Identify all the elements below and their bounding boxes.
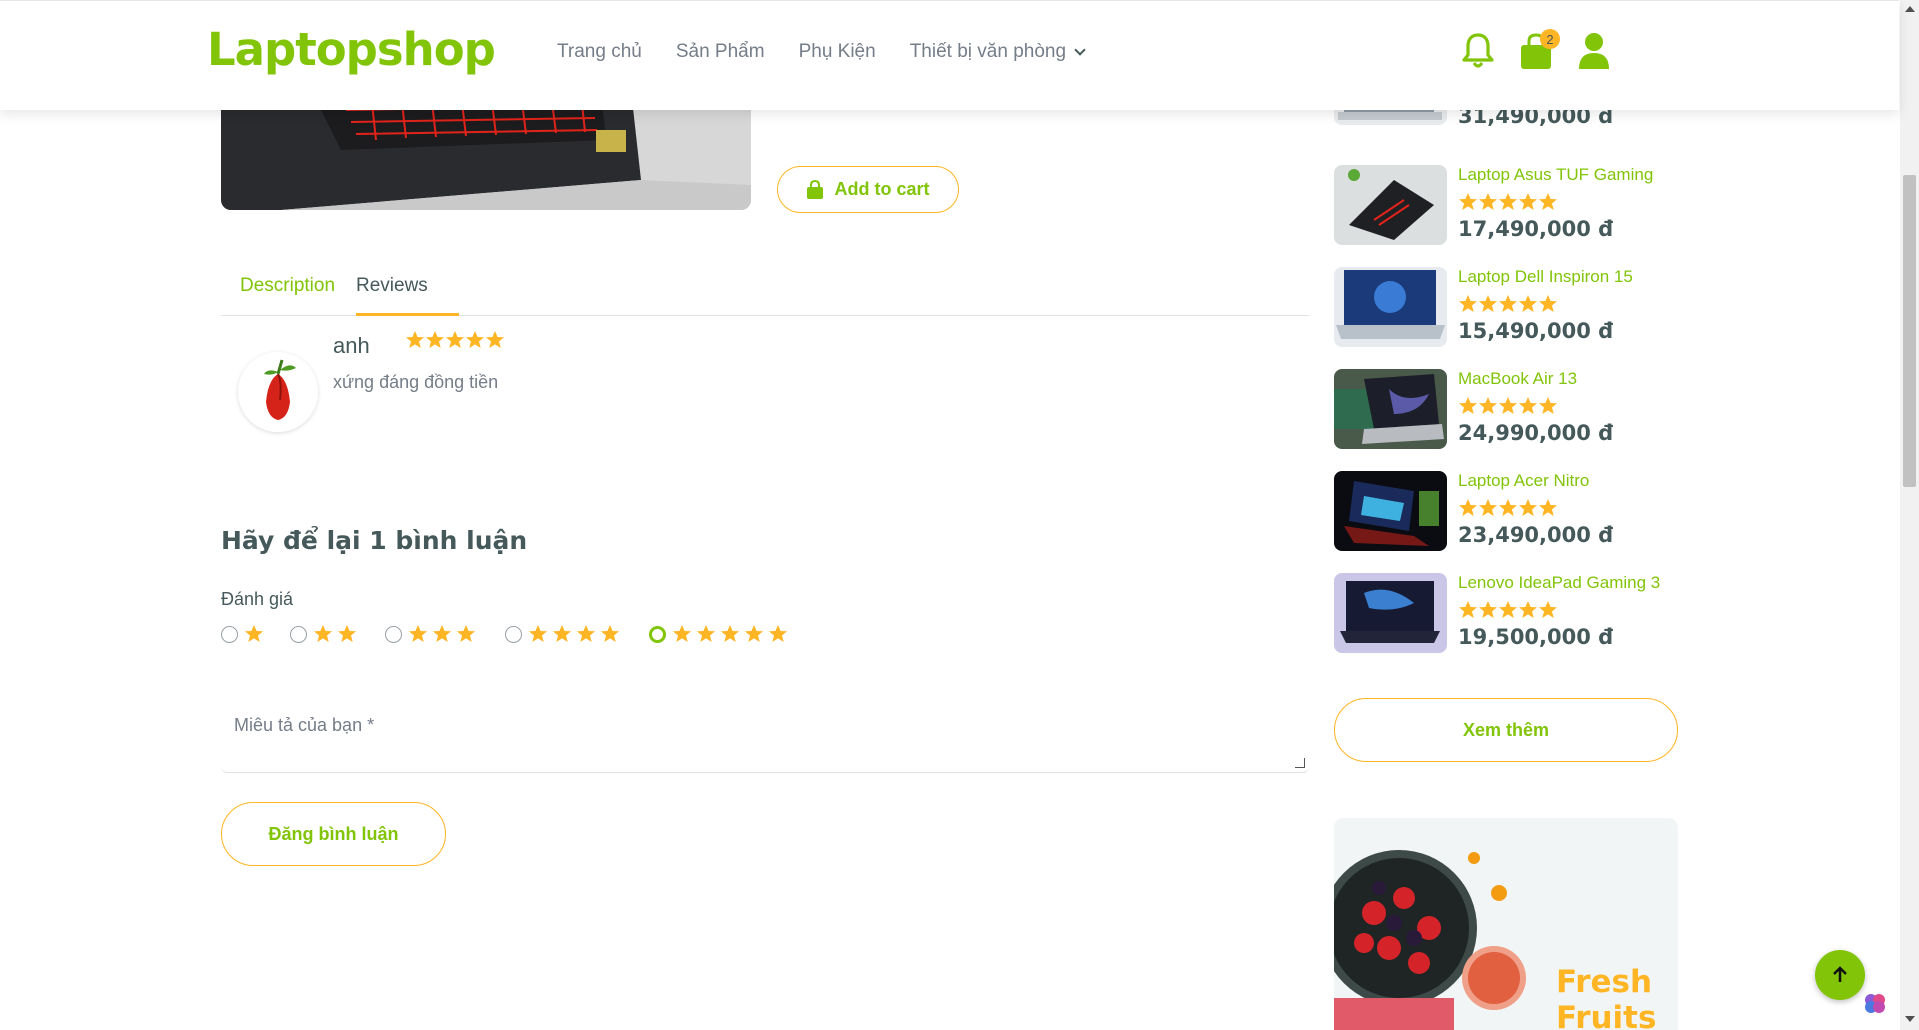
star-icon <box>466 331 484 348</box>
nav-item-office-label: Thiết bị văn phòng <box>909 41 1067 62</box>
user-icon[interactable] <box>1576 31 1612 71</box>
star-icon <box>406 331 424 348</box>
sidebar-product-title: Laptop Acer Nitro <box>1458 471 1590 490</box>
sidebar-product-price: 19,500,000 đ <box>1458 625 1614 649</box>
nav-item-home[interactable]: Trang chủ <box>557 41 642 63</box>
rating-label: Đánh giá <box>221 589 294 609</box>
scroll-thumb[interactable] <box>1903 175 1916 487</box>
star-icon <box>314 625 356 642</box>
tab-reviews[interactable]: Reviews <box>356 275 428 297</box>
see-more-button[interactable]: Xem thêm <box>1334 698 1678 762</box>
star-icon <box>446 331 464 348</box>
rating-radio-1[interactable] <box>221 625 238 643</box>
product-thumbnail <box>1334 573 1447 653</box>
rating-stars <box>1458 600 1558 625</box>
rating-stars <box>1458 396 1558 421</box>
product-thumbnail <box>1334 471 1447 551</box>
sidebar-product[interactable]: Laptop Asus TUF Gaming 17,490,000 đ <box>1334 165 1653 245</box>
bell-icon[interactable] <box>1460 31 1496 71</box>
star-icon <box>486 331 504 348</box>
sidebar-product[interactable]: Laptop Dell Inspiron 15 15,490,000 đ <box>1334 267 1634 347</box>
rating-radio-3[interactable] <box>385 625 402 643</box>
back-to-top-button[interactable] <box>1815 950 1865 1000</box>
page-scrollbar[interactable] <box>1900 0 1919 1030</box>
nav-item-office-devices[interactable]: Thiết bị văn phòng <box>909 41 1086 63</box>
product-tabs: Description Reviews <box>221 265 1309 316</box>
fresh-fruits-banner[interactable]: Fresh Fruits <box>1334 818 1678 1030</box>
rating-radio-5[interactable] <box>649 625 666 643</box>
sidebar-product-price: 15,490,000 đ <box>1458 319 1614 343</box>
star-icon <box>673 625 787 642</box>
sidebar-product[interactable]: Lenovo IdeaPad Gaming 3 19,500,000 đ <box>1334 573 1660 653</box>
arrow-up-icon <box>1833 966 1847 982</box>
nav-item-products[interactable]: Sản Phẩm <box>676 41 765 63</box>
review-text: xứng đáng đồng tiền <box>333 372 499 392</box>
rating-radio-2[interactable] <box>290 625 307 643</box>
review-stars <box>405 330 505 355</box>
add-to-cart-label: Add to cart <box>834 179 930 199</box>
star-icon <box>409 625 475 642</box>
rating-option-1[interactable] <box>221 624 264 644</box>
product-thumbnail <box>1334 369 1447 449</box>
header-actions: 2 <box>1460 29 1612 71</box>
star-icon <box>529 625 619 642</box>
cart-button[interactable]: 2 <box>1518 29 1560 71</box>
nav-item-accessories[interactable]: Phụ Kiện <box>799 41 876 63</box>
add-to-cart-button[interactable]: Add to cart <box>777 166 959 213</box>
resize-handle[interactable] <box>1295 758 1305 768</box>
rating-stars <box>1458 192 1558 217</box>
sidebar-product-title: MacBook Air 13 <box>1458 369 1578 388</box>
rating-stars <box>1458 294 1558 319</box>
shopping-bag-icon <box>807 179 824 199</box>
brain-icon[interactable] <box>1862 990 1888 1016</box>
rating-option-5[interactable] <box>649 624 788 644</box>
site-header: Laptopshop Trang chủ Sản Phẩm Phụ Kiện T… <box>0 0 1899 110</box>
star-icon <box>245 625 263 642</box>
sidebar-product-title: Laptop Asus TUF Gaming <box>1458 165 1654 184</box>
post-comment-button[interactable]: Đăng bình luận <box>221 802 446 866</box>
site-logo[interactable]: Laptopshop <box>207 23 496 76</box>
chevron-down-icon <box>1074 44 1086 56</box>
scroll-down-arrow[interactable] <box>1905 1016 1915 1022</box>
banner-title: Fresh Fruits <box>1556 964 1656 1030</box>
star-icon <box>426 331 444 348</box>
avatar <box>238 352 318 432</box>
rating-option-2[interactable] <box>290 624 357 644</box>
active-tab-indicator <box>356 313 459 316</box>
sidebar-product[interactable]: Laptop Acer Nitro 23,490,000 đ <box>1334 471 1634 551</box>
rating-option-3[interactable] <box>385 624 476 644</box>
rating-option-4[interactable] <box>505 624 620 644</box>
banner-line-2: Fruits <box>1556 1000 1657 1030</box>
banner-line-1: Fresh <box>1556 964 1653 1000</box>
sidebar-product-price: 17,490,000 đ <box>1458 217 1614 241</box>
rating-stars <box>1458 498 1558 523</box>
tab-description[interactable]: Description <box>240 275 335 297</box>
sidebar-product-price: 24,990,000 đ <box>1458 421 1614 445</box>
sidebar-product-price: 23,490,000 đ <box>1458 523 1614 547</box>
main-nav: Trang chủ Sản Phẩm Phụ Kiện Thiết bị văn… <box>557 41 1086 63</box>
review-textarea[interactable]: Miêu tả của bạn * <box>221 695 1309 773</box>
cart-count-badge: 2 <box>1540 29 1560 49</box>
sidebar-product-title: Laptop Dell Inspiron 15 <box>1458 267 1633 286</box>
reviewer-name: anh <box>333 333 370 358</box>
review-textarea-placeholder: Miêu tả của bạn * <box>234 715 375 735</box>
rating-radio-4[interactable] <box>505 625 522 643</box>
product-thumbnail <box>1334 267 1447 347</box>
sidebar-product-title: Lenovo IdeaPad Gaming 3 <box>1458 573 1661 592</box>
product-thumbnail <box>1334 165 1447 245</box>
scroll-up-arrow[interactable] <box>1905 6 1915 12</box>
sidebar-product[interactable]: MacBook Air 13 24,990,000 đ <box>1334 369 1634 449</box>
comment-form-title: Hãy để lại 1 bình luận <box>221 526 528 555</box>
